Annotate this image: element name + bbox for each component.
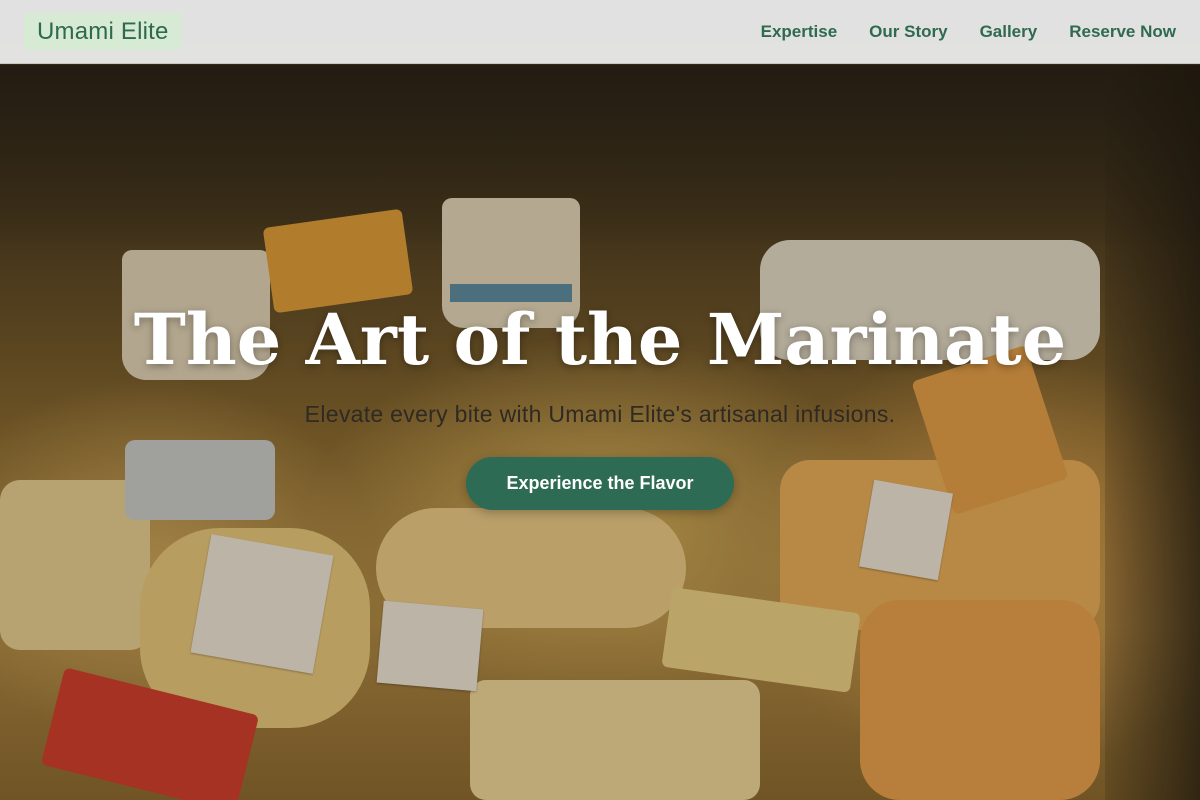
page: Umami Elite Expertise Our Story Gallery … <box>0 0 1200 800</box>
nav-link-reserve-now[interactable]: Reserve Now <box>1069 22 1176 42</box>
nav-link-our-story[interactable]: Our Story <box>869 22 947 42</box>
hero-section: The Art of the Marinate Elevate every bi… <box>0 295 1200 510</box>
experience-flavor-button[interactable]: Experience the Flavor <box>466 457 734 510</box>
main-nav: Expertise Our Story Gallery Reserve Now <box>761 0 1176 64</box>
hero-title: The Art of the Marinate <box>133 298 1067 381</box>
site-logo[interactable]: Umami Elite <box>24 13 182 50</box>
hero-subtitle: Elevate every bite with Umami Elite's ar… <box>304 401 896 427</box>
nav-link-gallery[interactable]: Gallery <box>980 22 1038 42</box>
site-header: Umami Elite Expertise Our Story Gallery … <box>0 0 1200 64</box>
nav-link-expertise[interactable]: Expertise <box>761 22 838 42</box>
